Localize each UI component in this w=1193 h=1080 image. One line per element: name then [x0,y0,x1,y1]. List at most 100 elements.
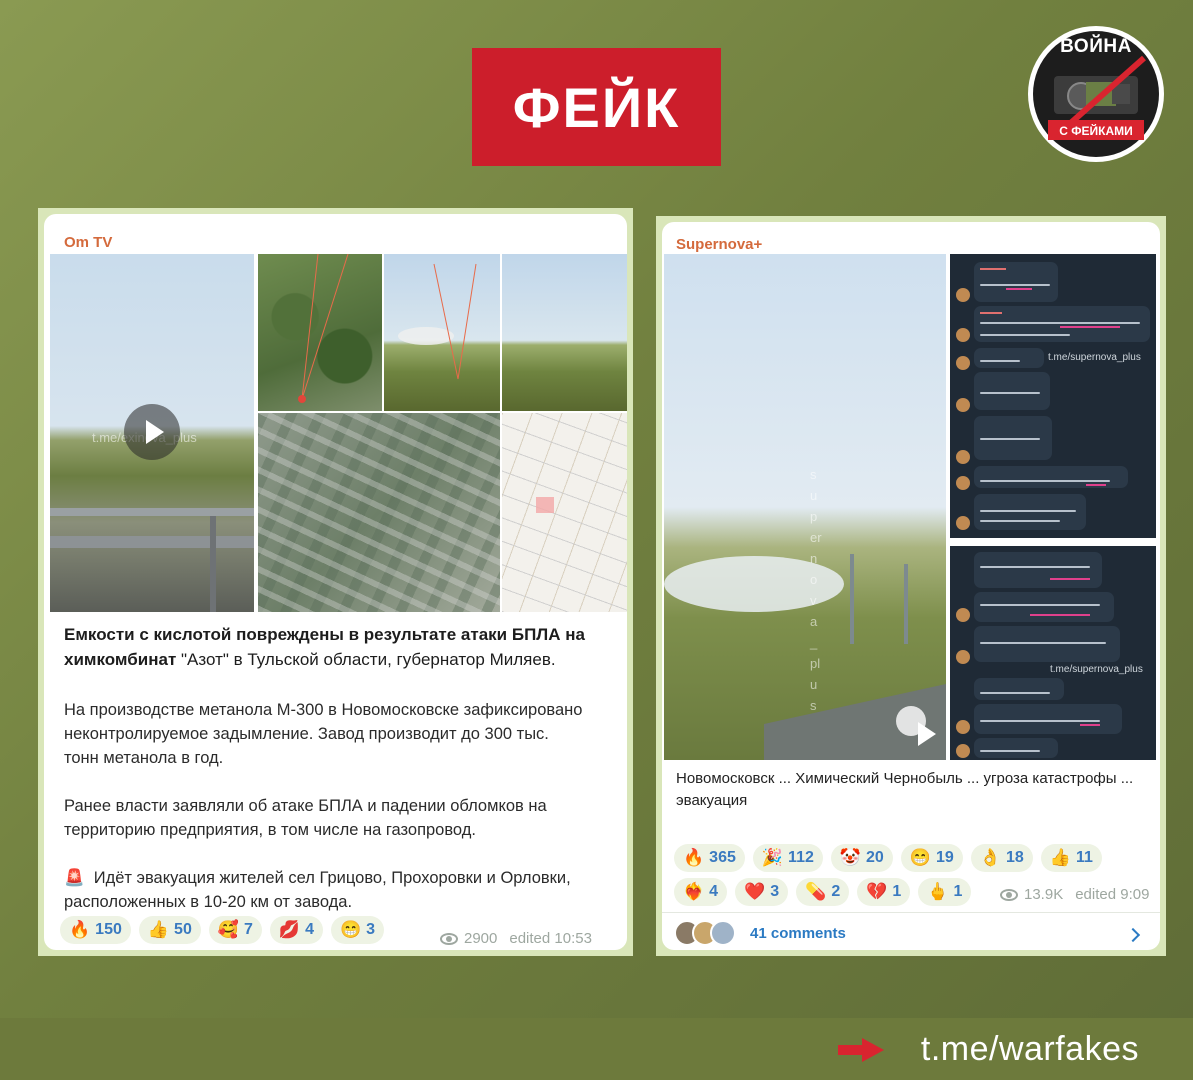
reaction-middle-finger[interactable]: 🖕 1 [918,878,972,906]
reaction-heart-fire[interactable]: ❤️‍🔥 4 [674,878,728,906]
chat-bubble [974,372,1050,410]
reaction-count: 7 [244,921,253,938]
grin-icon: 😁 [340,920,362,939]
ok-hand-icon: 👌 [979,848,1001,867]
broken-heart-icon: 💔 [866,882,888,901]
arrow-right-icon [838,1038,884,1062]
avatar [956,476,970,490]
clown-icon: 🤡 [839,848,862,867]
chat-line [980,334,1070,336]
street-map-image[interactable] [502,413,627,612]
chat-bubble [974,348,1044,368]
pill-icon: 💊 [805,882,827,901]
reaction-count: 4 [305,921,314,938]
chat-screenshot-image[interactable]: t.me/supernova_plus [950,254,1156,538]
reaction-fire[interactable]: 🔥 365 [674,844,745,872]
reaction-fire[interactable]: 🔥 150 [60,916,131,944]
avatar [956,356,970,370]
play-icon[interactable] [896,706,936,746]
chat-highlight [1060,326,1120,328]
chat-watermark: t.me/supernova_plus [1048,352,1141,363]
eye-icon [440,932,458,945]
chat-screenshot-image[interactable]: t.me/supernova_plus [950,546,1156,760]
post-paragraph-3: 🚨 Идёт эвакуация жителей сел Грицово, Пр… [64,866,604,914]
smoke-photo-image[interactable] [384,254,500,411]
reaction-count: 1 [892,883,902,900]
chat-line [980,566,1090,568]
channel-name[interactable]: Supernova+ [676,236,762,253]
reaction-grin[interactable]: 😁 3 [331,916,385,944]
avatar [956,744,970,758]
chat-line [980,268,1006,270]
reaction-kiss[interactable]: 💋 4 [269,916,323,944]
chat-line [980,438,1040,440]
kiss-icon: 💋 [278,920,301,939]
reaction-thumbs-up[interactable]: 👍 50 [138,916,201,944]
chat-watermark: t.me/supernova_plus [1050,664,1143,675]
avatar [956,328,970,342]
play-icon[interactable] [124,404,180,460]
video-thumbnail[interactable]: supernova_plus [664,254,946,760]
field-photo-image[interactable] [502,254,627,411]
heart-fire-icon: ❤️‍🔥 [683,882,705,901]
reaction-party[interactable]: 🎉 112 [752,844,823,872]
comments-row[interactable]: 41 comments [674,920,846,946]
reaction-thumbs-up[interactable]: 👍 11 [1040,844,1102,872]
reactions-bar: 🔥 150 👍 50 🥰 7 💋 4 😁 3 [60,916,440,944]
party-icon: 🎉 [761,848,784,867]
post-meta: 2900 edited 10:53 [440,930,592,947]
reaction-count: 4 [709,883,719,900]
reaction-broken-heart[interactable]: 💔 1 [857,878,911,906]
reaction-count: 3 [366,921,376,938]
reaction-count: 365 [709,849,736,866]
satellite-map-image[interactable] [258,254,382,411]
chat-line [980,360,1020,362]
footer-link[interactable]: t.me/warfakes [921,1030,1139,1069]
chat-line [980,750,1040,752]
reaction-smiling-hearts[interactable]: 🥰 7 [208,916,262,944]
avatar [956,720,970,734]
chat-bubble [974,704,1122,734]
comments-link[interactable]: 41 comments [750,925,846,942]
chat-line [980,284,1050,286]
reaction-count: 11 [1075,849,1093,866]
smiling-hearts-icon: 🥰 [217,920,240,939]
edited-time: edited 10:53 [509,930,592,947]
siren-icon: 🚨 [64,869,85,887]
left-post-card: Om TV t.me/exinova_plus [38,208,633,956]
avatar [956,288,970,302]
chat-highlight [1086,484,1106,486]
avatar [956,450,970,464]
reaction-count: 112 [788,849,814,866]
chevron-right-icon[interactable] [1125,927,1141,943]
video-thumbnail[interactable]: t.me/exinova_plus [50,254,254,612]
reaction-count: 2 [831,883,841,900]
avatar [956,650,970,664]
reaction-count: 150 [95,921,122,938]
chat-line [980,392,1040,394]
chat-line [980,692,1050,694]
logo-subtitle: С ФЕЙКАМИ [1059,124,1133,138]
reaction-ok-hand[interactable]: 👌 18 [970,844,1033,872]
reaction-count: 50 [174,921,192,938]
factory-satellite-image[interactable] [258,413,500,612]
chat-line [980,312,1002,314]
fire-icon: 🔥 [69,920,91,939]
logo-title: ВОЙНА [1060,36,1132,57]
avatar [710,920,736,946]
reaction-heart[interactable]: ❤️ 3 [735,878,789,906]
reaction-clown[interactable]: 🤡 20 [830,844,893,872]
reaction-count: 18 [1005,849,1024,866]
right-post: Supernova+ supernova_plus t.me/supernova… [662,222,1160,950]
reaction-grin[interactable]: 😁 19 [900,844,963,872]
post-title-name: Миляев. [489,650,556,669]
eye-icon [1000,888,1018,901]
post-paragraph-3-text: Идёт эвакуация жителей сел Грицово, Прох… [64,869,571,911]
channel-name[interactable]: Om TV [64,234,112,251]
chat-line [980,642,1106,644]
chat-bubble [974,494,1086,530]
reaction-count: 20 [866,849,884,866]
reaction-pill[interactable]: 💊 2 [796,878,850,906]
divider [662,912,1160,913]
guardrail-graphic [50,508,254,612]
